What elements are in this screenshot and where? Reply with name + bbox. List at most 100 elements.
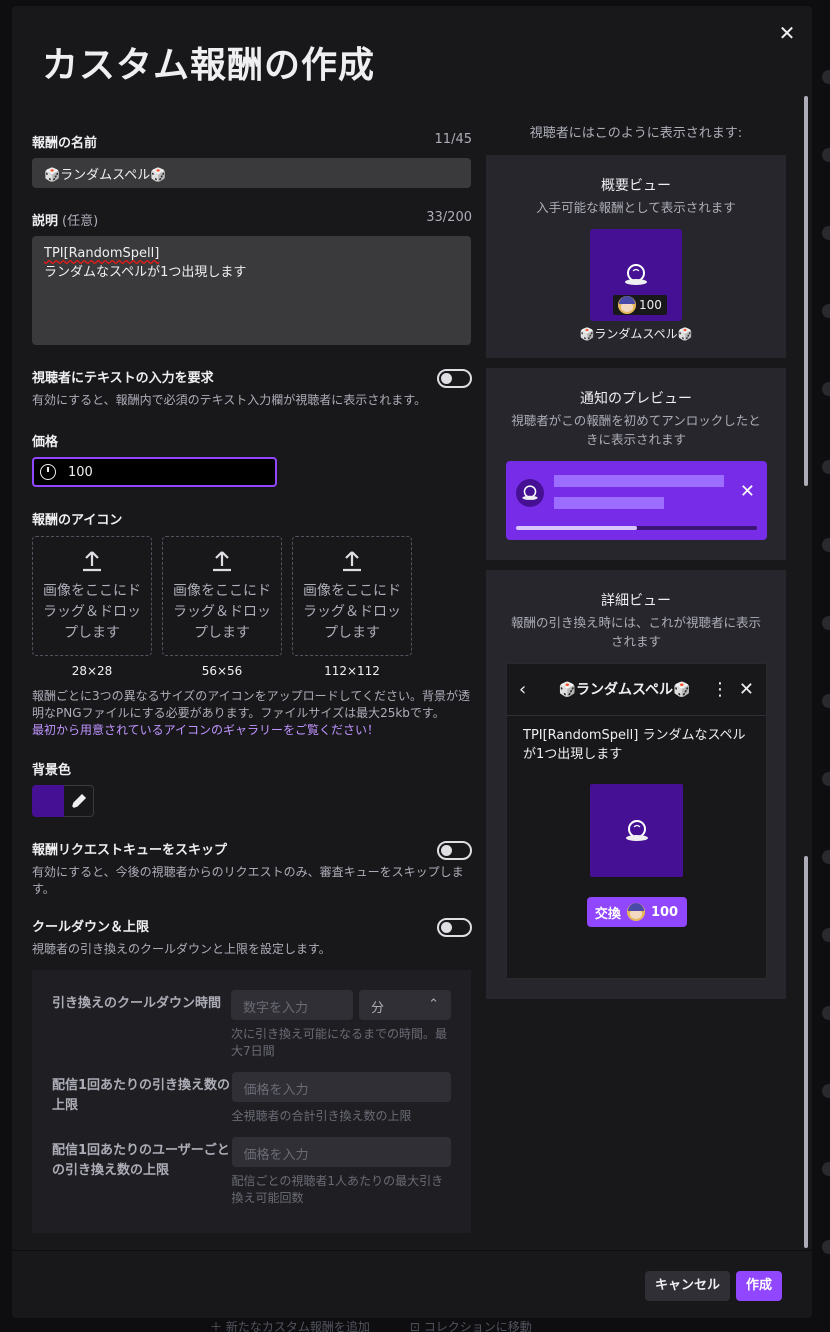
skip-queue-row: 報酬リクエストキューをスキップ <box>32 839 472 860</box>
scrollbar[interactable] <box>804 96 808 1248</box>
icon-slot-112: 画像をここにドラッグ＆ドロップします 112×112 <box>292 536 412 678</box>
background-dot <box>822 304 830 318</box>
background-dot <box>822 70 830 84</box>
background-dot <box>822 928 830 942</box>
preview-lead-text: 視聴者にはこのように表示されます: <box>529 126 743 141</box>
reward-tile: 100 <box>590 229 682 321</box>
summary-view-card: 概要ビュー 入手可能な報酬として表示されます 100 🎲ランダムスペル🎲 <box>486 155 786 358</box>
cooldown-number-input[interactable]: 数字を入力 <box>231 990 353 1020</box>
notification-preview-title: 通知のプレビュー <box>580 391 692 407</box>
optional-label: (任意) <box>62 214 99 229</box>
icon-size-label: 112×112 <box>324 664 380 678</box>
scrollbar-thumb-right[interactable] <box>804 96 808 486</box>
detail-panel: ‹ 🎲ランダムスペル🎲 ⋮ ✕ TPI[RandomSpell] ランダムなスペ… <box>506 663 767 979</box>
upload-icon <box>343 551 361 572</box>
more-vertical-icon[interactable]: ⋮ <box>710 679 730 700</box>
detail-view-card: 詳細ビュー 報酬の引き換え時には、これが視聴者に表示されます ‹ 🎲ランダムスペ… <box>486 570 786 999</box>
description-textarea[interactable]: TPI[RandomSpell] ランダムなスペルが1つ出現します <box>32 236 471 345</box>
price-input[interactable]: 100 <box>32 457 277 487</box>
background-dot <box>822 1006 830 1020</box>
cooldown-toggle[interactable] <box>437 918 472 937</box>
icon-hint: 報酬ごとに3つの異なるサイズのアイコンをアップロードしてください。背景が透明なP… <box>32 688 472 739</box>
color-swatch[interactable] <box>32 785 64 817</box>
icon-label: 報酬のアイコン <box>32 513 123 528</box>
limit-row-per-stream: 配信1回あたりの引き換え数の上限 価格を入力 全視聴者の合計引き換え数の上限 <box>52 1072 451 1125</box>
upload-icon <box>213 551 231 572</box>
eyedropper-icon[interactable] <box>64 785 94 817</box>
dropzone-text: 画像をここにドラッグ＆ドロップします <box>303 583 401 641</box>
notification-progress <box>516 526 757 530</box>
icon-upload-slots: 画像をここにドラッグ＆ドロップします 28×28 画像をここにドラッグ＆ドロップ… <box>32 536 472 678</box>
scrollbar-thumb-lower[interactable] <box>804 856 808 1248</box>
icon-gallery-link[interactable]: 最初から用意されているアイコンのギャラリーをご覧ください！ <box>32 723 379 737</box>
notification-preview-card: 通知のプレビュー 視聴者がこの報酬を初めてアンロックしたときに表示されます ✕ <box>486 368 786 560</box>
background-dot <box>822 772 830 786</box>
icon-hint-text: 報酬ごとに3つの異なるサイズのアイコンをアップロードしてください。背景が透明なP… <box>32 689 470 720</box>
cooldown-unit-value: 分 <box>371 1001 385 1016</box>
background-dot <box>822 382 830 396</box>
icon-dropzone-28[interactable]: 画像をここにドラッグ＆ドロップします <box>32 536 152 656</box>
dropzone-text: 画像をここにドラッグ＆ドロップします <box>173 583 271 641</box>
close-icon[interactable]: ✕ <box>740 481 755 502</box>
detail-view-sub: 報酬の引き換え時には、これが視聴者に表示されます <box>510 615 761 649</box>
cancel-button[interactable]: キャンセル <box>644 1271 730 1301</box>
limit-row-per-user: 配信1回あたりのユーザーごとの引き換え数の上限 価格を入力 配信ごとの視聴者1人… <box>52 1137 451 1207</box>
tile-reward-name: 🎲ランダムスペル🎲 <box>579 327 693 341</box>
per-user-limit-input[interactable]: 価格を入力 <box>231 1137 451 1167</box>
icon-slot-28: 画像をここにドラッグ＆ドロップします 28×28 <box>32 536 152 678</box>
notification-placeholder-line <box>554 475 724 487</box>
cooldown-unit-select[interactable]: 分 ⌃ <box>359 990 451 1020</box>
detail-description: TPI[RandomSpell] ランダムなスペルが1つ出現します <box>523 728 746 762</box>
require-text-label: 視聴者にテキストの入力を要求 <box>32 371 214 386</box>
limits-panel: 引き換えのクールダウン時間 数字を入力 分 ⌃ 次に引き換え可能になるまでの時間。… <box>32 970 471 1233</box>
redeem-button[interactable]: 交換 100 <box>586 897 687 927</box>
background-footer: ＋ 新たなカスタム報酬を追加 ⊡ コレクションに移動 <box>210 1318 532 1332</box>
limit-row-cooldown: 引き換えのクールダウン時間 数字を入力 分 ⌃ 次に引き換え可能になるまでの時間。… <box>52 990 451 1060</box>
modal-title: カスタム報酬の作成 <box>42 45 376 86</box>
notification-progress-fill <box>516 526 637 530</box>
skip-queue-hint: 有効にすると、今後の視聴者からのリクエストのみ、審査キューをスキップします。 <box>32 865 464 896</box>
notification-banner: ✕ <box>506 461 767 540</box>
description-field-header: 説明 (任意) 33/200 <box>32 210 472 229</box>
per-stream-limit-input[interactable]: 価格を入力 <box>231 1072 451 1102</box>
price-value: 100 <box>68 464 93 480</box>
close-icon[interactable]: ✕ <box>730 679 754 700</box>
cooldown-row: クールダウン＆上限 <box>32 916 472 937</box>
background-dot <box>822 694 830 708</box>
background-color-label: 背景色 <box>32 763 72 778</box>
background-collection-link: ⊡ コレクションに移動 <box>409 1320 532 1332</box>
cooldown-label: クールダウン＆上限 <box>32 920 150 935</box>
description-char-count: 33/200 <box>426 210 472 225</box>
detail-header: ‹ 🎲ランダムスペル🎲 ⋮ ✕ <box>507 664 766 716</box>
skip-queue-toggle[interactable] <box>437 841 472 860</box>
price-label: 価格 <box>32 435 59 450</box>
dropzone-text: 画像をここにドラッグ＆ドロップします <box>43 583 141 641</box>
icon-slot-56: 画像をここにドラッグ＆ドロップします 56×56 <box>162 536 282 678</box>
require-text-toggle[interactable] <box>437 369 472 388</box>
reward-name-input[interactable]: 🎲ランダムスペル🎲 <box>32 158 471 188</box>
require-text-row: 視聴者にテキストの入力を要求 <box>32 367 472 388</box>
notification-placeholder-line <box>554 497 664 509</box>
channel-badge-icon <box>626 903 645 921</box>
icon-dropzone-56[interactable]: 画像をここにドラッグ＆ドロップします <box>162 536 282 656</box>
redeem-cost: 100 <box>650 904 679 920</box>
orb-icon <box>625 264 647 285</box>
background-dot <box>822 226 830 240</box>
background-dot <box>822 538 830 552</box>
name-label: 報酬の名前 <box>32 136 98 151</box>
background-dot <box>822 1162 830 1176</box>
background-dot <box>822 1084 830 1098</box>
description-line-2: ランダムなスペルが1つ出現します <box>44 265 247 280</box>
close-icon[interactable]: ✕ <box>776 22 798 44</box>
description-label: 説明 <box>32 214 59 229</box>
modal-footer: キャンセル 作成 <box>12 1250 812 1318</box>
background-add-reward-link: ＋ 新たなカスタム報酬を追加 <box>210 1320 370 1332</box>
icon-dropzone-112[interactable]: 画像をここにドラッグ＆ドロップします <box>292 536 412 656</box>
name-field-header: 報酬の名前 11/45 <box>32 132 472 151</box>
orb-icon <box>516 479 544 507</box>
background-dot <box>822 1240 830 1254</box>
create-button[interactable]: 作成 <box>735 1271 782 1301</box>
detail-view-title: 詳細ビュー <box>601 593 671 609</box>
background-dot <box>822 148 830 162</box>
back-arrow-icon[interactable]: ‹ <box>519 679 539 700</box>
